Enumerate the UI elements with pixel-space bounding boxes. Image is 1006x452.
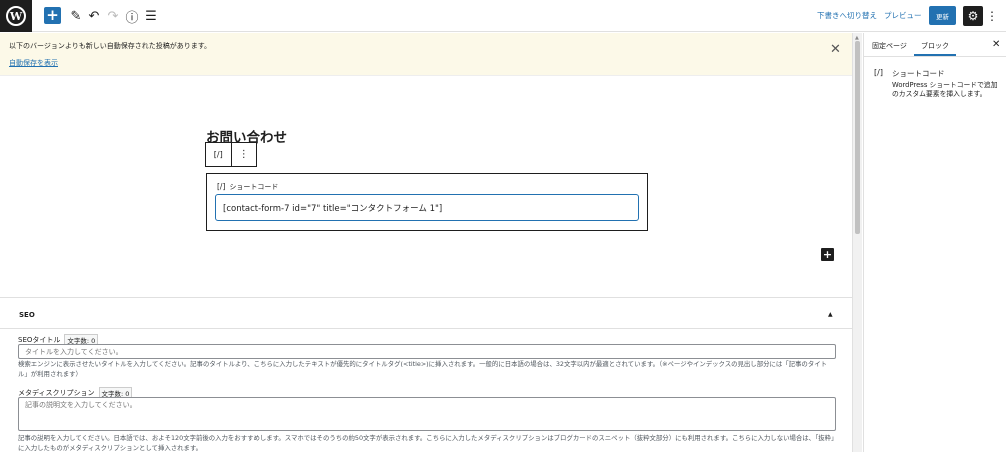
settings-sidebar: 固定ページ ブロック ✕ [/] ショートコード WordPress ショートコ… xyxy=(863,33,1006,452)
preview-button[interactable]: プレビュー xyxy=(884,10,922,21)
list-view-icon[interactable]: ☰ xyxy=(144,7,158,25)
block-card-title: ショートコード xyxy=(892,69,945,78)
meta-description-help: 記事の説明を入力してください。日本語では、およそ120文字前後の入力をおすすめし… xyxy=(18,434,835,452)
meta-description-textarea[interactable]: 記事の説明文を入力してください。 xyxy=(18,397,836,431)
undo-icon[interactable]: ↶ xyxy=(87,7,101,25)
shortcode-block[interactable]: [/] ショートコード [contact-form-7 id="7" title=… xyxy=(206,173,648,231)
tab-page[interactable]: 固定ページ xyxy=(872,41,907,51)
shortcode-block-label: [/] ショートコード xyxy=(217,182,278,192)
notice-message: 以下のバージョンよりも新しい自動保存された投稿があります。 xyxy=(9,42,212,50)
editor-scrollbar[interactable]: ▲ xyxy=(852,33,862,452)
top-toolbar: W + ✎ ↶ ↷ ⓘ ☰ 下書きへ切り替え プレビュー 更新 ⚙ ⋮ xyxy=(0,0,1006,32)
wordpress-logo-button[interactable]: W xyxy=(0,0,32,32)
block-options-icon[interactable]: ⋮ xyxy=(232,143,257,166)
seo-metabox-header[interactable]: SEO ▲ xyxy=(0,298,852,329)
autosave-notice: 以下のバージョンよりも新しい自動保存された投稿があります。 自動保存を表示 ✕ xyxy=(0,33,852,76)
gear-icon: ⚙ xyxy=(967,9,979,23)
shortcode-input[interactable]: [contact-form-7 id="7" title="コンタクトフォーム … xyxy=(215,194,639,221)
more-options-icon[interactable]: ⋮ xyxy=(985,6,999,26)
seo-title-help: 検索エンジンに表示させたいタイトルを入力してください。記事のタイトルより、こちら… xyxy=(18,360,827,378)
shortcode-icon: [/] xyxy=(217,182,226,191)
shortcode-block-type-icon[interactable]: [/] xyxy=(206,143,232,166)
seo-metabox: SEO ▲ SEOタイトル 文字数: 0 タイトルを入力してください。 検索エン… xyxy=(0,297,852,452)
inserter-add-block-button[interactable]: + xyxy=(821,248,834,261)
tab-block[interactable]: ブロック xyxy=(921,41,949,51)
editor-canvas: お問い合わせ [/] ⋮ [/] ショートコード [contact-form-7 … xyxy=(0,77,852,296)
seo-metabox-title: SEO xyxy=(19,311,35,319)
close-icon[interactable]: ✕ xyxy=(830,42,841,57)
redo-icon[interactable]: ↷ xyxy=(106,7,120,25)
block-toolbar: [/] ⋮ xyxy=(205,142,257,167)
seo-title-input[interactable]: タイトルを入力してください。 xyxy=(18,344,836,359)
collapse-toggle-icon[interactable]: ▲ xyxy=(828,311,833,318)
update-button[interactable]: 更新 xyxy=(929,6,956,25)
sidebar-tabs: 固定ページ ブロック ✕ xyxy=(864,33,1006,57)
switch-to-draft-button[interactable]: 下書きへ切り替え xyxy=(817,10,877,21)
edit-tool-icon[interactable]: ✎ xyxy=(69,7,83,25)
add-block-button[interactable]: + xyxy=(44,7,61,24)
editor-screen: W + ✎ ↶ ↷ ⓘ ☰ 下書きへ切り替え プレビュー 更新 ⚙ ⋮ 以下のバ… xyxy=(0,0,1006,452)
close-icon[interactable]: ✕ xyxy=(992,39,1000,50)
wordpress-logo-icon: W xyxy=(6,6,26,26)
view-autosave-link[interactable]: 自動保存を表示 xyxy=(9,58,58,68)
shortcode-icon: [/] xyxy=(874,68,883,77)
active-tab-indicator xyxy=(914,54,956,56)
block-card-description: WordPress ショートコードで追加のカスタム要素を挿入します。 xyxy=(892,81,998,98)
scrollbar-thumb[interactable] xyxy=(855,41,860,234)
details-info-icon[interactable]: ⓘ xyxy=(125,7,139,26)
shortcode-label-text: ショートコード xyxy=(229,183,279,191)
settings-button[interactable]: ⚙ xyxy=(963,6,983,26)
